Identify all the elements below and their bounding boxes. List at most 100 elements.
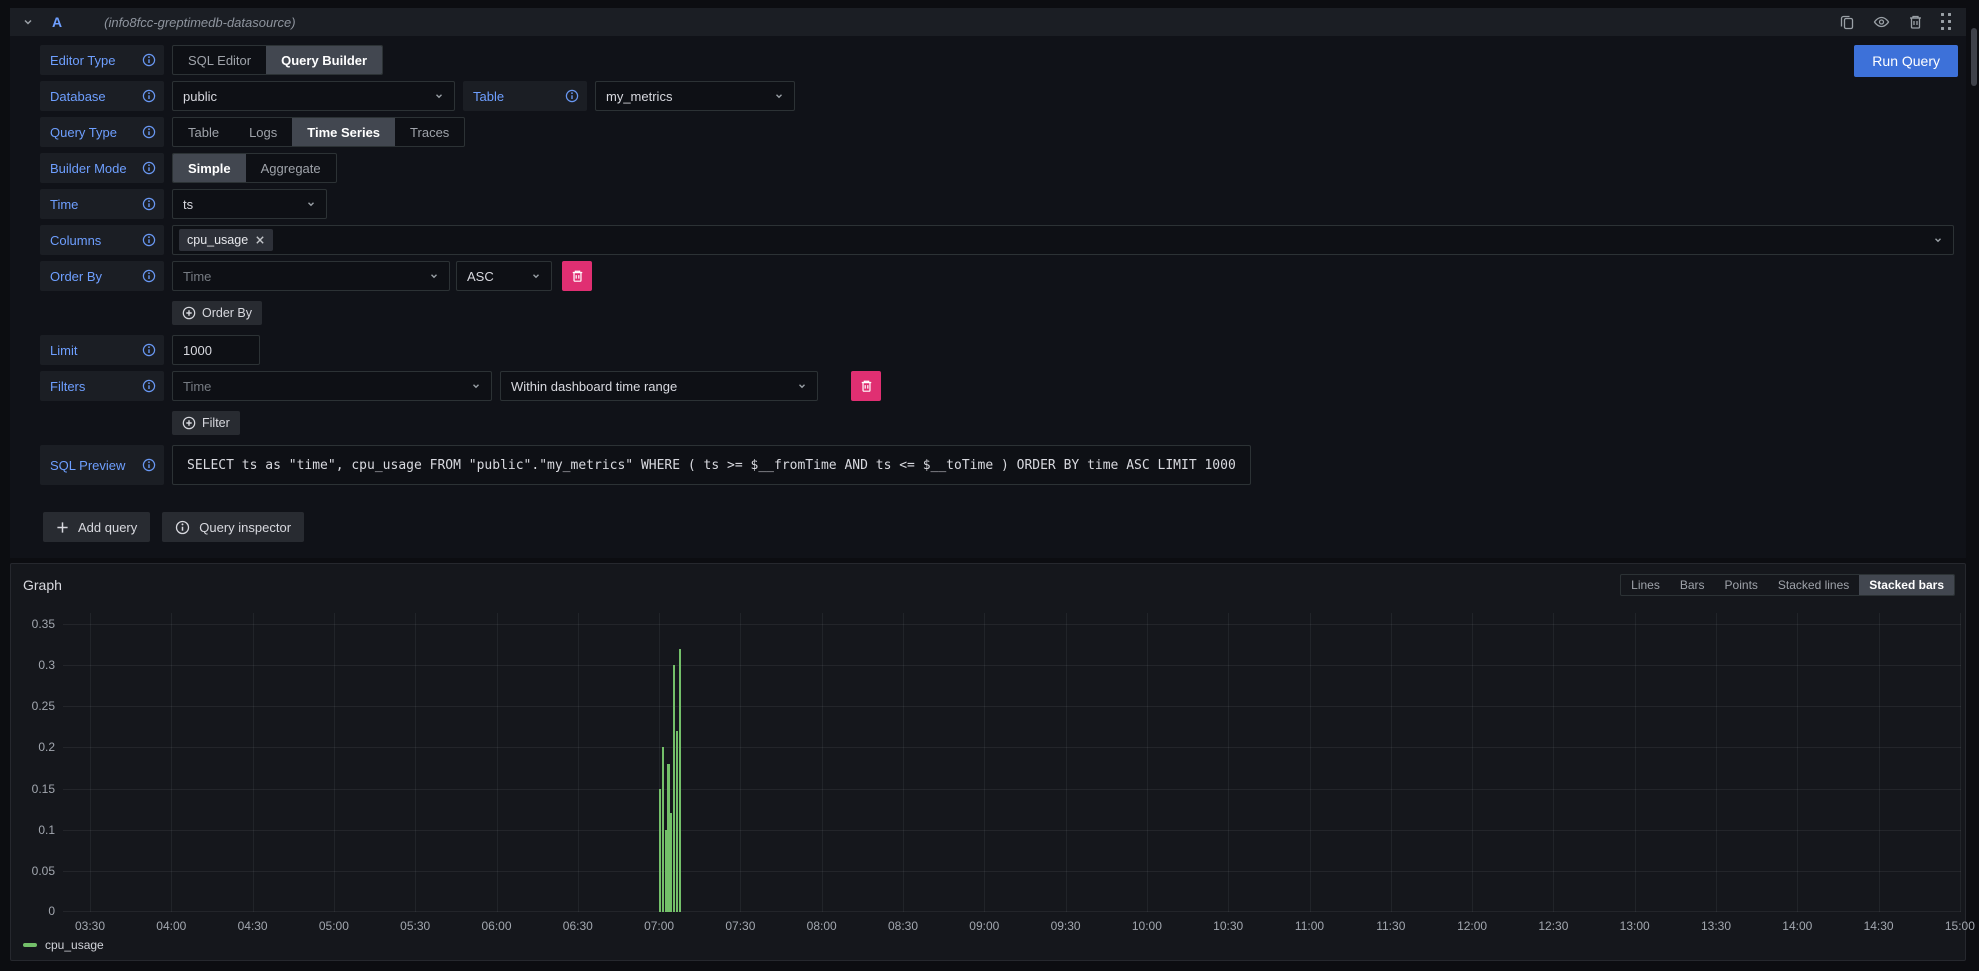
h-gridline xyxy=(63,789,1961,790)
v-gridline xyxy=(1879,613,1880,912)
query-footer: Add query Query inspector xyxy=(43,512,1954,558)
x-tick-label: 14:00 xyxy=(1782,919,1812,933)
v-gridline xyxy=(1310,613,1311,912)
v-gridline xyxy=(984,613,985,912)
plus-icon xyxy=(56,521,69,534)
datasource-name: (info8fcc-greptimedb-datasource) xyxy=(104,15,295,30)
editor-type-row: Editor Type SQL EditorQuery Builder xyxy=(40,45,1954,75)
add-order-by-button[interactable]: Order By xyxy=(172,301,262,325)
query-row-header: A (info8fcc-greptimedb-datasource) xyxy=(10,8,1966,36)
add-query-button[interactable]: Add query xyxy=(43,512,150,542)
scrollbar-thumb[interactable] xyxy=(1971,28,1977,86)
filter-field-select[interactable]: Time xyxy=(172,371,492,401)
legend-item-cpu-usage[interactable]: cpu_usage xyxy=(23,938,104,952)
filters-row: Filters Time Within dashboard time range xyxy=(40,371,1954,401)
remove-tag-icon[interactable] xyxy=(255,235,265,245)
tab-table[interactable]: Table xyxy=(173,118,234,146)
v-gridline xyxy=(334,613,335,912)
add-filter-button[interactable]: Filter xyxy=(172,411,240,435)
info-icon[interactable] xyxy=(142,89,156,103)
v-gridline xyxy=(497,613,498,912)
legend-series-label: cpu_usage xyxy=(45,938,104,952)
tab-traces[interactable]: Traces xyxy=(395,118,464,146)
trash-icon xyxy=(571,269,584,283)
x-tick-label: 07:00 xyxy=(644,919,674,933)
query-type-label: Query Type xyxy=(40,117,164,147)
tab-sql-editor[interactable]: SQL Editor xyxy=(173,46,266,74)
x-tick-label: 14:30 xyxy=(1864,919,1894,933)
y-tick-label: 0.05 xyxy=(11,864,55,878)
v-gridline xyxy=(1960,613,1961,912)
v-gridline xyxy=(1635,613,1636,912)
x-tick-label: 03:30 xyxy=(75,919,105,933)
info-icon[interactable] xyxy=(142,161,156,175)
time-row: Time ts xyxy=(40,189,1954,219)
limit-input[interactable]: 1000 xyxy=(172,335,260,365)
v-gridline xyxy=(1472,613,1473,912)
tab-aggregate[interactable]: Aggregate xyxy=(246,154,336,182)
v-gridline xyxy=(1391,613,1392,912)
order-by-label: Order By xyxy=(40,261,164,291)
columns-multiselect[interactable]: cpu_usage xyxy=(172,225,1954,255)
x-tick-label: 04:30 xyxy=(238,919,268,933)
y-tick-label: 0.35 xyxy=(11,617,55,631)
graph-panel: Graph LinesBarsPointsStacked linesStacke… xyxy=(10,563,1966,961)
h-gridline xyxy=(63,624,1961,625)
info-icon[interactable] xyxy=(142,343,156,357)
info-icon[interactable] xyxy=(142,458,156,472)
v-gridline xyxy=(90,613,91,912)
info-icon[interactable] xyxy=(142,269,156,283)
legend-series-swatch xyxy=(23,943,37,947)
info-icon[interactable] xyxy=(142,379,156,393)
chevron-down-icon xyxy=(1933,235,1943,245)
query-type-row: Query Type TableLogsTime SeriesTraces xyxy=(40,117,1954,147)
tab-simple[interactable]: Simple xyxy=(173,154,246,182)
x-tick-label: 05:30 xyxy=(400,919,430,933)
order-by-row: Order By Time ASC xyxy=(40,261,1954,291)
table-select[interactable]: my_metrics xyxy=(595,81,795,111)
v-gridline xyxy=(171,613,172,912)
order-by-field-select[interactable]: Time xyxy=(172,261,450,291)
time-series-chart: 00.050.10.150.20.250.30.35 03:3004:0004:… xyxy=(11,564,1965,960)
editor-type-tabs: SQL EditorQuery Builder xyxy=(172,45,383,75)
collapse-chevron-icon[interactable] xyxy=(22,16,34,28)
table-label: Table xyxy=(463,81,587,111)
x-tick-label: 15:00 xyxy=(1945,919,1975,933)
drag-handle-icon[interactable] xyxy=(1941,13,1952,31)
plus-circle-icon xyxy=(182,306,196,320)
x-tick-label: 11:30 xyxy=(1376,919,1405,933)
info-icon[interactable] xyxy=(142,53,156,67)
order-by-direction-select[interactable]: ASC xyxy=(456,261,552,291)
database-select[interactable]: public xyxy=(172,81,455,111)
tab-query-builder[interactable]: Query Builder xyxy=(266,46,382,74)
duplicate-query-icon[interactable] xyxy=(1839,14,1855,30)
x-tick-label: 09:30 xyxy=(1051,919,1081,933)
v-gridline xyxy=(1553,613,1554,912)
info-icon[interactable] xyxy=(142,233,156,247)
chevron-down-icon xyxy=(531,271,541,281)
database-label: Database xyxy=(40,81,164,111)
query-inspector-button[interactable]: Query inspector xyxy=(162,512,304,542)
run-query-button[interactable]: Run Query xyxy=(1854,45,1958,77)
delete-query-trash-icon[interactable] xyxy=(1908,14,1923,30)
y-tick-label: 0.15 xyxy=(11,782,55,796)
columns-row: Columns cpu_usage xyxy=(40,225,1954,255)
time-column-select[interactable]: ts xyxy=(172,189,327,219)
plot-area[interactable] xyxy=(63,613,1961,912)
h-gridline xyxy=(63,706,1961,707)
tab-time-series[interactable]: Time Series xyxy=(292,118,395,146)
remove-filter-button[interactable] xyxy=(851,371,881,401)
x-tick-label: 12:00 xyxy=(1457,919,1487,933)
query-ref-id[interactable]: A xyxy=(52,14,62,30)
tab-logs[interactable]: Logs xyxy=(234,118,292,146)
hide-query-eye-icon[interactable] xyxy=(1873,14,1890,30)
x-tick-label: 05:00 xyxy=(319,919,349,933)
info-icon[interactable] xyxy=(565,89,579,103)
column-tag-cpu_usage[interactable]: cpu_usage xyxy=(179,229,273,251)
remove-order-by-button[interactable] xyxy=(562,261,592,291)
time-label: Time xyxy=(40,189,164,219)
info-icon[interactable] xyxy=(142,197,156,211)
filter-condition-select[interactable]: Within dashboard time range xyxy=(500,371,818,401)
info-icon[interactable] xyxy=(142,125,156,139)
sql-preview-label: SQL Preview xyxy=(40,445,164,485)
